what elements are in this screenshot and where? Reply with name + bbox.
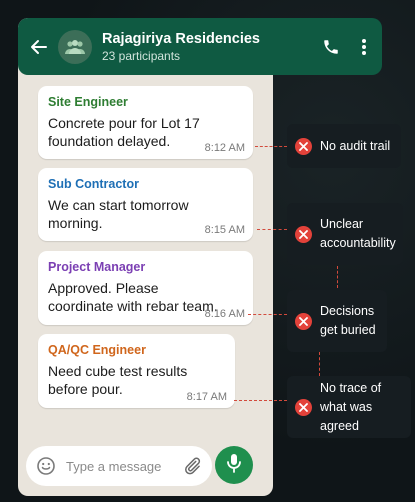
message-text: Approved. Please coordinate with rebar t…: [48, 280, 218, 314]
callout-text: Decisions get buried: [320, 304, 376, 337]
connector-line: [319, 352, 320, 376]
connector-line: [234, 400, 287, 401]
connector-line: [257, 229, 287, 230]
message-bubble[interactable]: Project Manager Approved. Please coordin…: [38, 251, 253, 325]
back-arrow-icon[interactable]: [30, 37, 50, 57]
emoji-icon[interactable]: [36, 456, 56, 476]
connector-line: [337, 266, 338, 288]
x-icon: [295, 225, 312, 243]
x-icon: [295, 137, 312, 155]
mic-icon: [226, 453, 242, 478]
chat-title: Rajagiriya Residencies: [102, 30, 260, 47]
message-bubble[interactable]: Site Engineer Concrete pour for Lot 17 f…: [38, 86, 253, 159]
message-time: 8:16 AM: [204, 308, 245, 320]
message-time: 8:17 AM: [186, 391, 227, 403]
warning-callout: Unclear accountability: [287, 203, 403, 265]
mic-button[interactable]: [215, 446, 253, 484]
chat-header: Rajagiriya Residencies 23 participants: [18, 18, 382, 75]
warning-callout: No trace of what was agreed: [287, 376, 411, 438]
attach-icon[interactable]: [182, 456, 202, 476]
phone-icon[interactable]: [320, 36, 342, 58]
message-input-bar[interactable]: Type a message: [26, 446, 212, 486]
participant-count: 23 participants: [102, 48, 181, 63]
message-text: We can start tomorrow morning.: [48, 197, 189, 231]
message-text: Concrete pour for Lot 17 foundation dela…: [48, 115, 200, 149]
group-avatar-icon[interactable]: [58, 29, 92, 64]
message-time: 8:15 AM: [204, 224, 245, 236]
warning-callout: No audit trail: [287, 124, 401, 168]
message-sender: Site Engineer: [48, 95, 128, 109]
message-bubble[interactable]: QA/QC Engineer Need cube test results be…: [38, 334, 235, 408]
connector-line: [255, 146, 287, 147]
x-icon: [295, 398, 312, 416]
callout-text: No audit trail: [320, 138, 391, 153]
message-sender: QA/QC Engineer: [48, 343, 146, 357]
message-time: 8:12 AM: [204, 142, 245, 154]
message-sender: Sub Contractor: [48, 177, 139, 191]
message-input[interactable]: Type a message: [66, 459, 182, 474]
message-text: Need cube test results before pour.: [48, 363, 188, 397]
connector-line: [248, 314, 287, 315]
warning-callout: Decisions get buried: [287, 290, 387, 352]
message-sender: Project Manager: [48, 260, 146, 274]
x-icon: [295, 312, 312, 330]
chat-title-area[interactable]: Rajagiriya Residencies 23 participants: [102, 30, 320, 64]
message-bubble[interactable]: Sub Contractor We can start tomorrow mor…: [38, 168, 253, 241]
more-vert-icon[interactable]: [360, 37, 368, 57]
callout-text: Unclear accountability: [320, 217, 396, 250]
callout-text: No trace of what was agreed: [320, 380, 382, 433]
